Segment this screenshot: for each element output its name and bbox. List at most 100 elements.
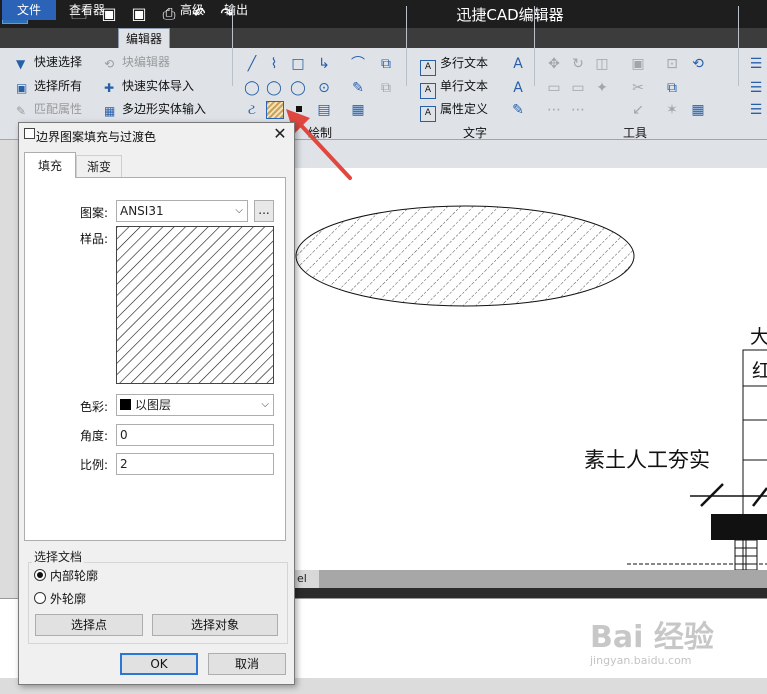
revision-cloud-icon[interactable]: ટ bbox=[244, 102, 260, 118]
list-icon[interactable]: ☰ bbox=[748, 80, 764, 96]
quick-select-button[interactable]: ▼ 快速选择 bbox=[16, 52, 82, 72]
ok-button[interactable]: OK bbox=[120, 653, 198, 675]
tab-file[interactable]: 文件 bbox=[2, 0, 56, 20]
slash-mark bbox=[700, 483, 724, 507]
edit-text-icon[interactable]: ✎ bbox=[510, 102, 526, 118]
tab-viewer[interactable]: 查看器 bbox=[60, 0, 114, 20]
rectangle-icon[interactable]: □ bbox=[290, 56, 306, 72]
select-object-button[interactable]: 选择对象 bbox=[152, 614, 278, 636]
tab-editor[interactable]: 编辑器 bbox=[118, 28, 170, 48]
model-tab[interactable]: el bbox=[295, 570, 319, 588]
quick-entity-import-button[interactable]: ✚ 快速实体导入 bbox=[104, 76, 194, 96]
polygon-entity-input-button[interactable]: ▦ 多边形实体输入 bbox=[104, 99, 206, 119]
tab-gradient[interactable]: 渐变 bbox=[76, 155, 122, 177]
polyline-icon[interactable]: ⌇ bbox=[266, 56, 282, 72]
line-icon[interactable]: ╱ bbox=[244, 56, 260, 72]
pattern-label: 图案: bbox=[80, 206, 109, 220]
copy-icon[interactable]: ▭ bbox=[546, 80, 562, 96]
canvas-header-strip bbox=[295, 140, 767, 168]
window-title: 迅捷CAD编辑器 bbox=[456, 6, 564, 24]
sample-svg bbox=[117, 227, 273, 383]
match-properties-button[interactable]: ✎ 匹配属性 bbox=[16, 99, 82, 119]
attribute-definition-button[interactable]: A 属性定义 bbox=[420, 99, 488, 122]
tab-fill[interactable]: 填充 bbox=[24, 152, 76, 178]
group-icon[interactable]: ⧉ bbox=[664, 80, 680, 96]
select-all-button[interactable]: ▣ 选择所有 bbox=[16, 76, 82, 96]
list-icon[interactable]: ☰ bbox=[748, 102, 764, 118]
pattern-select[interactable]: ANSI31 ⌵ bbox=[116, 200, 248, 222]
mtext-icon: A bbox=[420, 60, 436, 76]
angle-label: 角度: bbox=[80, 429, 109, 443]
properties-icon[interactable]: ▦ bbox=[690, 102, 706, 118]
tab-advanced[interactable]: 高级 bbox=[172, 0, 212, 20]
pattern-browse-button[interactable]: ... bbox=[254, 200, 274, 222]
ribbon-separator bbox=[534, 6, 535, 86]
save-as-icon[interactable]: ▣ bbox=[128, 4, 150, 24]
spline-icon[interactable]: ↳ bbox=[316, 56, 332, 72]
rotate-icon[interactable]: ↻ bbox=[570, 56, 586, 72]
layout-tab-bar bbox=[295, 570, 767, 588]
solid-block bbox=[711, 514, 767, 540]
text-icon: A bbox=[420, 83, 436, 99]
circle-icon[interactable]: ◯ bbox=[244, 80, 260, 96]
select-point-button[interactable]: 选择点 bbox=[35, 614, 143, 636]
ribbon-tab-row bbox=[0, 28, 767, 48]
select-all-icon: ▣ bbox=[16, 81, 28, 95]
mirror-icon[interactable]: ◫ bbox=[594, 56, 610, 72]
spell-check-icon[interactable]: A bbox=[510, 80, 526, 96]
radio-inner-outline[interactable] bbox=[34, 569, 46, 581]
dialog-title: 边界图案填充与过渡色 bbox=[36, 130, 157, 144]
close-icon[interactable]: ✕ bbox=[270, 124, 290, 144]
angle-input[interactable]: 0 bbox=[116, 424, 274, 446]
cancel-button[interactable]: 取消 bbox=[208, 653, 286, 675]
scale-input[interactable]: 2 bbox=[116, 453, 274, 475]
move-icon[interactable]: ✥ bbox=[546, 56, 562, 72]
pen-icon[interactable]: ✎ bbox=[350, 80, 366, 96]
scale-label: 比例: bbox=[80, 458, 109, 472]
text-group-label: 文字 bbox=[462, 126, 487, 140]
brush-icon: ✎ bbox=[16, 104, 27, 118]
explode-icon[interactable]: ✶ bbox=[664, 102, 680, 118]
tools-group-label: 工具 bbox=[622, 126, 647, 140]
scale-icon[interactable]: ▭ bbox=[570, 80, 586, 96]
pattern-sample-preview bbox=[116, 226, 274, 384]
array-icon[interactable]: ⊡ bbox=[664, 56, 680, 72]
funnel-icon: ▼ bbox=[16, 57, 26, 71]
radio-inner-label[interactable]: 内部轮廓 bbox=[50, 567, 98, 584]
color-value: 以图层 bbox=[135, 398, 172, 412]
fillet-icon[interactable]: ↙ bbox=[630, 102, 646, 118]
chevron-down-icon: ⌵ bbox=[235, 205, 243, 216]
erase-icon[interactable]: ✂ bbox=[630, 80, 646, 96]
block-editor-button[interactable]: ⟲ 块编辑器 bbox=[104, 52, 170, 72]
ellipse-icon[interactable]: ⊙ bbox=[316, 80, 332, 96]
slash-mark bbox=[752, 487, 767, 507]
drawing-canvas[interactable] bbox=[295, 168, 767, 591]
pattern-value: ANSI31 bbox=[120, 204, 164, 218]
plus-icon: ✚ bbox=[104, 81, 115, 95]
drawing-text-label: 素土人工夯实 bbox=[584, 448, 710, 472]
baidu-watermark: Bai 经验 bbox=[590, 620, 714, 655]
radio-outer-label[interactable]: 外轮廓 bbox=[50, 590, 86, 607]
radio-outer-outline[interactable] bbox=[34, 592, 46, 604]
multiline-text-button[interactable]: A 多行文本 bbox=[420, 53, 488, 76]
text-style-icon[interactable]: A bbox=[510, 56, 526, 72]
tab-output[interactable]: 输出 bbox=[216, 0, 256, 20]
block-icon: ⟲ bbox=[104, 57, 115, 71]
single-line-text-button[interactable]: A 单行文本 bbox=[420, 76, 488, 99]
wipeout-icon[interactable]: ⧉ bbox=[378, 80, 394, 96]
color-select[interactable]: 以图层 ⌵ bbox=[116, 394, 274, 416]
watermark-url: jingyan.baidu.com bbox=[590, 654, 692, 667]
trim-icon[interactable]: ⋯ bbox=[546, 102, 562, 118]
color-swatch bbox=[120, 399, 131, 410]
circle-2p-icon[interactable]: ◯ bbox=[266, 80, 282, 96]
layer-icon[interactable]: ▣ bbox=[630, 56, 646, 72]
list-icon[interactable]: ☰ bbox=[748, 56, 764, 72]
circle-3p-icon[interactable]: ◯ bbox=[290, 80, 306, 96]
region-icon[interactable]: ⧉ bbox=[378, 56, 394, 72]
refresh-icon[interactable]: ⟲ bbox=[690, 56, 706, 72]
attribute-icon: A bbox=[420, 106, 436, 122]
extend-icon[interactable]: ⋯ bbox=[570, 102, 586, 118]
stretch-icon[interactable]: ✦ bbox=[594, 80, 610, 96]
arc-icon[interactable]: ⌒ bbox=[350, 56, 366, 72]
chevron-down-icon: ⌵ bbox=[261, 399, 269, 410]
